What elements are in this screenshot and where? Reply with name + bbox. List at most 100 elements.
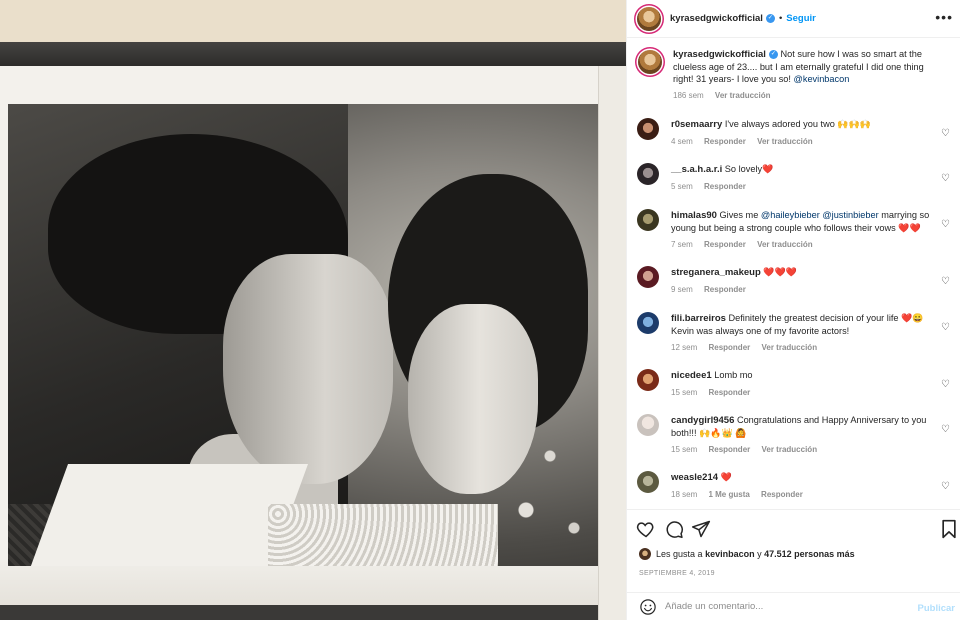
photo-frame-right <box>598 66 626 620</box>
verified-badge-icon: ✓ <box>765 14 775 23</box>
reply-button[interactable]: Responder <box>704 182 746 191</box>
comment-emoji: ❤️ <box>762 164 774 174</box>
reply-button[interactable]: Responder <box>704 137 746 146</box>
bookmark-icon[interactable] <box>939 519 959 539</box>
photo-frame-bar <box>0 42 626 66</box>
reply-button[interactable]: Responder <box>708 445 750 454</box>
commenter-avatar[interactable] <box>637 118 659 140</box>
comment-username[interactable]: streganera_makeup <box>671 267 761 278</box>
comment-like-heart-icon[interactable]: ♡ <box>941 173 951 184</box>
liker-username[interactable]: kevinbacon <box>705 549 755 559</box>
comment-like-heart-icon[interactable]: ♡ <box>941 481 951 492</box>
caption-row: kyrasedgwickofficial ✓ Not sure how I was… <box>637 48 957 102</box>
verified-badge-icon: ✓ <box>768 50 778 60</box>
comment-like-heart-icon[interactable]: ♡ <box>941 276 951 287</box>
comment-time: 9 sem <box>671 285 693 294</box>
comment-emoji: ❤️❤️ <box>898 223 921 233</box>
likes-summary[interactable]: Les gusta a kevinbacon y 47.512 personas… <box>639 548 855 560</box>
reply-button[interactable]: Responder <box>708 343 750 352</box>
comment-username[interactable]: __s.a.h.a.r.i <box>671 164 722 175</box>
comment-like-heart-icon[interactable]: ♡ <box>941 219 951 230</box>
comment-item: streganera_makeup ❤️❤️❤️ 9 sem Responder… <box>637 266 957 296</box>
comment-text: So lovely <box>724 164 763 174</box>
smiley-icon[interactable] <box>639 598 657 616</box>
translate-link[interactable]: Ver traducción <box>757 137 813 146</box>
heart-icon[interactable] <box>636 519 656 539</box>
more-options-icon[interactable]: ••• <box>935 10 953 24</box>
comment-time: 7 sem <box>671 240 693 249</box>
caption-mention[interactable]: @kevinbacon <box>794 74 850 84</box>
comment-mention[interactable]: @haileybieber <box>761 210 820 220</box>
post-photo-area[interactable] <box>0 0 626 620</box>
comment-item: r0semaarry I've always adored you two 🙌🙌… <box>637 118 957 148</box>
comment-like-heart-icon[interactable]: ♡ <box>941 424 951 435</box>
reply-button[interactable]: Responder <box>704 240 746 249</box>
comment-like-count[interactable]: 1 Me gusta <box>708 490 749 499</box>
post-date: SEPTIEMBRE 4, 2019 <box>639 570 715 577</box>
likes-count[interactable]: 47.512 personas más <box>764 549 855 559</box>
comment-time: 12 sem <box>671 343 698 352</box>
comment-item: candygirl9456 Congratulations and Happy … <box>637 414 957 456</box>
likes-joiner: y <box>757 549 762 559</box>
caption-avatar[interactable] <box>638 50 662 74</box>
paper-plane-icon[interactable] <box>691 519 711 539</box>
publish-button[interactable]: Publicar <box>918 603 956 614</box>
comment-text: Lomb mo <box>714 370 753 380</box>
comment-time: 5 sem <box>671 182 693 191</box>
header-separator: • <box>778 13 783 24</box>
comment-time: 18 sem <box>671 490 698 499</box>
photo-frame-bottom <box>0 605 626 620</box>
liker-avatar <box>639 548 651 560</box>
translate-link[interactable]: Ver traducción <box>762 445 818 454</box>
commenter-avatar[interactable] <box>637 163 659 185</box>
photo-frame-top <box>0 0 626 42</box>
comment-like-heart-icon[interactable]: ♡ <box>941 322 951 333</box>
author-avatar[interactable] <box>637 6 661 31</box>
comment-item: fili.barreiros Definitely the greatest d… <box>637 312 957 354</box>
comment-username[interactable]: candygirl9456 <box>671 415 734 426</box>
comment-item: himalas90 Gives me @haileybieber @justin… <box>637 209 957 251</box>
comment-like-heart-icon[interactable]: ♡ <box>941 128 951 139</box>
follow-button[interactable]: Seguir <box>786 13 816 24</box>
commenter-avatar[interactable] <box>637 312 659 334</box>
reply-button[interactable]: Responder <box>708 388 750 397</box>
caption-translate-link[interactable]: Ver traducción <box>715 91 771 100</box>
caption-username[interactable]: kyrasedgwickofficial <box>673 49 766 60</box>
comment-input[interactable] <box>665 601 895 612</box>
caption-time: 186 sem <box>673 91 704 100</box>
comment-emoji: ❤️❤️❤️ <box>763 267 797 277</box>
translate-link[interactable]: Ver traducción <box>762 343 818 352</box>
comment-time: 15 sem <box>671 445 698 454</box>
comment-icon[interactable] <box>664 519 684 539</box>
comment-mention[interactable]: @justinbieber <box>822 210 878 220</box>
comment-username[interactable]: fili.barreiros <box>671 313 726 324</box>
comment-like-heart-icon[interactable]: ♡ <box>941 379 951 390</box>
post-action-bar <box>627 512 960 544</box>
commenter-avatar[interactable] <box>637 414 659 436</box>
post-photo <box>8 104 598 566</box>
comment-text: Kevin was always one of my favorite acto… <box>671 326 850 336</box>
comments-list[interactable]: kyrasedgwickofficial ✓ Not sure how I was… <box>627 38 960 510</box>
comment-username[interactable]: r0semaarry <box>671 119 722 130</box>
comment-text: Gives me <box>719 210 759 220</box>
comment-emoji: ❤️😀 <box>901 313 924 323</box>
commenter-avatar[interactable] <box>637 209 659 231</box>
comment-username[interactable]: himalas90 <box>671 210 717 221</box>
photo-woman-face <box>408 304 538 494</box>
comment-username[interactable]: nicedee1 <box>671 370 712 381</box>
comment-username[interactable]: weasle214 <box>671 472 718 483</box>
photo-lace-collar <box>268 504 498 566</box>
photo-collar <box>27 464 309 566</box>
post-side-panel: kyrasedgwickofficial ✓ • Seguir ••• kyra… <box>626 0 960 620</box>
comment-text: I've always adored you two <box>724 119 835 129</box>
add-comment-bar: Publicar <box>627 592 960 620</box>
commenter-avatar[interactable] <box>637 369 659 391</box>
translate-link[interactable]: Ver traducción <box>757 240 813 249</box>
commenter-avatar[interactable] <box>637 266 659 288</box>
author-username[interactable]: kyrasedgwickofficial <box>670 13 763 24</box>
reply-button[interactable]: Responder <box>704 285 746 294</box>
comment-emoji: 🙌🙌🙌 <box>837 119 872 129</box>
reply-button[interactable]: Responder <box>761 490 803 499</box>
comment-item: __s.a.h.a.r.i So lovely❤️ 5 sem Responde… <box>637 163 957 193</box>
commenter-avatar[interactable] <box>637 471 659 493</box>
